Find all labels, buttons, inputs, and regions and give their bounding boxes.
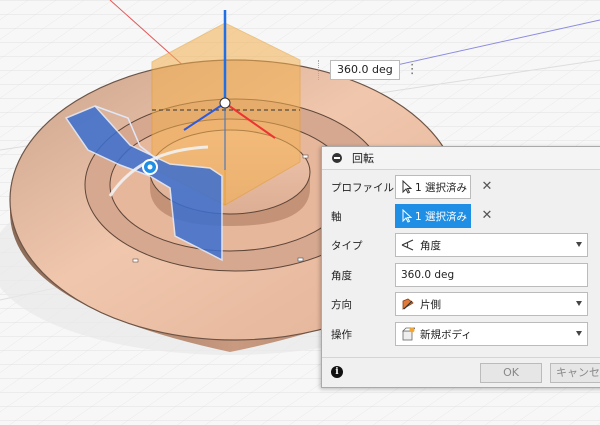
cursor-arrow-icon: [402, 180, 412, 194]
dialog-title: 回転: [352, 152, 374, 165]
type-value: 角度: [420, 239, 441, 252]
cursor-arrow-icon: [402, 209, 412, 223]
profile-select-label: 1 選択済み: [415, 181, 468, 194]
type-row: タイプ 角度: [322, 232, 600, 258]
axis-row: 軸 1 選択済み ✕: [322, 203, 600, 229]
revolve-dialog: 回転 プロファイル 1 選択済み ✕ 軸 1 選択済み ✕ タイプ 角度 角度 …: [321, 146, 600, 388]
operation-dropdown[interactable]: 新規ボディ: [395, 322, 588, 346]
info-icon[interactable]: i: [331, 366, 343, 378]
vertex-marker: [302, 154, 309, 159]
vertex-marker: [297, 257, 304, 262]
type-dropdown[interactable]: 角度: [395, 233, 588, 257]
close-icon[interactable]: ✕: [480, 180, 494, 194]
more-options-icon[interactable]: ⋮: [406, 63, 419, 76]
operation-label: 操作: [331, 328, 352, 341]
vertex-marker: [132, 258, 139, 263]
close-icon[interactable]: ✕: [480, 209, 494, 223]
new-body-icon: [401, 327, 415, 341]
chevron-down-icon: [576, 301, 582, 306]
axis-select-button[interactable]: 1 選択済み: [395, 204, 471, 228]
direction-label: 方向: [331, 298, 352, 311]
direction-row: 方向 片側: [322, 291, 600, 317]
ok-button[interactable]: OK: [480, 363, 542, 383]
profile-label: プロファイル: [331, 181, 394, 194]
operation-value: 新規ボディ: [420, 328, 472, 341]
angle-row: 角度 360.0 deg: [322, 262, 600, 288]
chip-drag-handle[interactable]: [318, 60, 327, 80]
angle-label: 角度: [331, 269, 352, 282]
dialog-header[interactable]: 回転: [322, 147, 600, 170]
angle-input[interactable]: 360.0 deg: [395, 263, 588, 287]
collapse-minus-icon[interactable]: [332, 153, 342, 163]
chevron-down-icon: [576, 331, 582, 336]
cancel-button[interactable]: キャンセル: [550, 363, 600, 383]
chevron-down-icon: [576, 242, 582, 247]
angle-value-chip[interactable]: 360.0 deg ⋮: [318, 59, 419, 81]
profile-row: プロファイル 1 選択済み ✕: [322, 174, 600, 200]
angle-icon: [401, 238, 415, 252]
origin-point[interactable]: [219, 97, 231, 109]
profile-select-button[interactable]: 1 選択済み: [395, 175, 471, 199]
operation-row: 操作 新規ボディ: [322, 321, 600, 347]
angle-handle-dot: [147, 164, 153, 170]
dialog-footer: i OK キャンセル: [322, 357, 600, 388]
axis-label: 軸: [331, 210, 342, 223]
direction-value: 片側: [420, 298, 441, 311]
axis-select-label: 1 選択済み: [415, 210, 468, 223]
direction-dropdown[interactable]: 片側: [395, 292, 588, 316]
angle-value-input[interactable]: 360.0 deg: [330, 60, 400, 80]
one-side-icon: [401, 297, 415, 311]
type-label: タイプ: [331, 239, 363, 252]
